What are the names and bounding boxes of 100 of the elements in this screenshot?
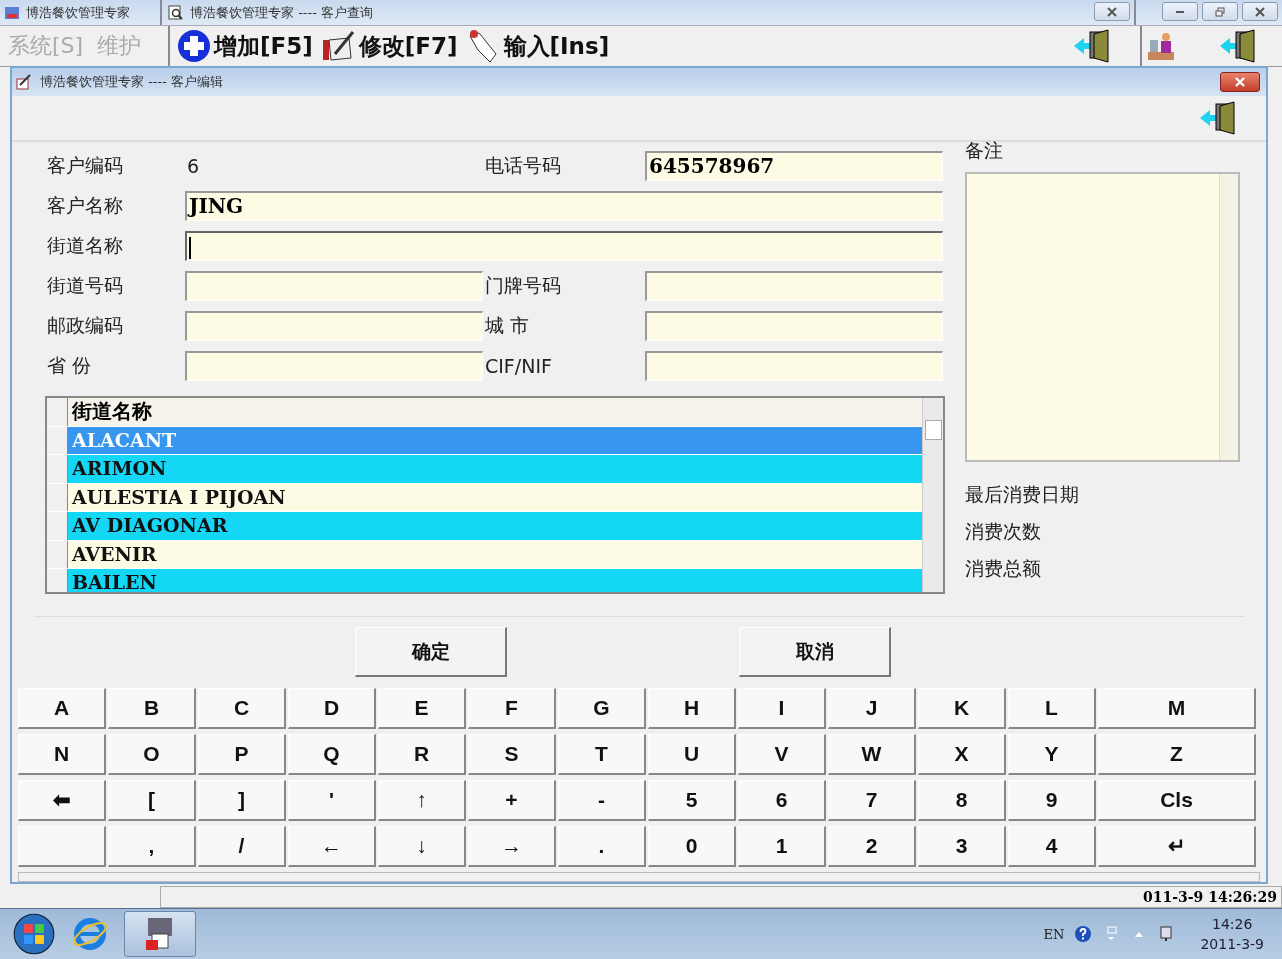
input-field[interactable]: JING [185,191,943,221]
keyboard-key[interactable]: Y [1008,734,1096,775]
keyboard-key[interactable]: ← [288,826,376,867]
cancel-button[interactable]: 取消 [739,627,891,677]
input-field[interactable]: 645578967 [645,151,943,181]
keyboard-key[interactable]: 0 [648,826,736,867]
keyboard-key[interactable]: O [108,734,196,775]
stat-label: 消费次数 [965,519,1042,544]
keyboard-key[interactable]: P [198,734,286,775]
app-taskbar-button[interactable] [124,911,196,957]
keyboard-key[interactable]: N [18,734,106,775]
keyboard-key[interactable]: H [648,688,736,729]
keyboard-key[interactable]: C [198,688,286,729]
keyboard-key[interactable]: 2 [828,826,916,867]
restore-icon [1214,6,1226,17]
keyboard-key[interactable]: 9 [1008,780,1096,821]
keyboard-key[interactable]: ⬅ [18,780,106,821]
close-button[interactable] [1242,2,1278,21]
keyboard-key[interactable]: S [468,734,556,775]
field-label: 省 份 [46,353,93,378]
keyboard-key[interactable]: V [738,734,826,775]
keyboard-key[interactable]: J [828,688,916,729]
keyboard-key[interactable]: L [1008,688,1096,729]
street-row[interactable]: ARIMON [68,455,922,483]
stat-label: 最后消费日期 [965,482,1080,507]
field-label: 邮政编码 [46,313,124,338]
edit-button[interactable]: 修改[F7] [320,28,458,64]
start-button[interactable] [12,912,56,956]
keyboard-key[interactable]: M [1098,688,1256,729]
keyboard-key[interactable]: . [558,826,646,867]
blank-key[interactable] [18,826,106,867]
keyboard-key[interactable]: Cls [1098,780,1256,821]
keyboard-key[interactable]: U [648,734,736,775]
close-icon [1234,77,1246,87]
input-field[interactable] [645,351,943,381]
keyboard-key[interactable]: 6 [738,780,826,821]
street-row[interactable]: BAILEN [68,569,922,592]
keyboard-key[interactable]: ] [198,780,286,821]
dialog-title: 博浩餐饮管理专家 ---- 客户编辑 [40,73,224,91]
keyboard-key[interactable]: + [468,780,556,821]
keyboard-key[interactable]: X [918,734,1006,775]
keyboard-key[interactable]: 8 [918,780,1006,821]
keyboard-key[interactable]: , [108,826,196,867]
keyboard-key[interactable]: T [558,734,646,775]
keyboard-key[interactable]: R [378,734,466,775]
notes-field[interactable] [965,172,1240,462]
app-title: 博浩餐饮管理专家 [26,3,130,22]
field-label: 客户名称 [46,193,124,218]
street-row[interactable]: AV DIAGONAR [68,512,922,540]
input-field[interactable] [645,271,943,301]
pencil-document-icon [16,74,32,90]
exit-door-icon[interactable] [1198,100,1238,136]
keyboard-key[interactable]: - [558,780,646,821]
input-field[interactable] [185,351,483,381]
close-icon [1254,6,1266,17]
minimize-button[interactable] [1162,2,1198,21]
plus-circle-icon [176,28,212,64]
input-field[interactable] [185,311,483,341]
field-label: CIF/NIF [484,355,553,377]
close-button[interactable] [1094,2,1130,21]
language-indicator[interactable]: EN [1043,926,1065,942]
keyboard-key[interactable]: 3 [918,826,1006,867]
keyboard-key[interactable]: 5 [648,780,736,821]
keyboard-key[interactable]: D [288,688,376,729]
keyboard-key[interactable]: 1 [738,826,826,867]
keyboard-key[interactable]: A [18,688,106,729]
keyboard-key[interactable]: 4 [1008,826,1096,867]
person-at-desk-icon[interactable] [1146,30,1176,62]
exit-door-icon[interactable] [1218,28,1258,64]
keyboard-key[interactable]: Z [1098,734,1256,775]
keyboard-key[interactable]: G [558,688,646,729]
help-icon[interactable] [1074,925,1093,943]
keyboard-key[interactable]: → [468,826,556,867]
keyboard-key[interactable]: ↑ [378,780,466,821]
keyboard-key[interactable]: ↓ [378,826,466,867]
keyboard-key[interactable]: K [918,688,1006,729]
scrollbar[interactable] [922,398,943,592]
exit-door-icon[interactable] [1072,28,1112,64]
keyboard-key[interactable]: [ [108,780,196,821]
input-field[interactable] [185,231,943,261]
input-button[interactable]: 输入[Ins] [465,28,610,64]
keyboard-key[interactable]: Q [288,734,376,775]
keyboard-key[interactable]: ' [288,780,376,821]
keyboard-key[interactable]: B [108,688,196,729]
input-field[interactable] [645,311,943,341]
keyboard-key[interactable]: I [738,688,826,729]
stat-label: 消费总额 [965,556,1042,581]
add-button[interactable]: 增加[F5] [176,28,313,64]
keyboard-key[interactable]: 7 [828,780,916,821]
keyboard-key[interactable]: W [828,734,916,775]
input-field[interactable] [185,271,483,301]
clock[interactable]: 14:26 2011-3-9 [1200,916,1264,952]
keyboard-key[interactable]: F [468,688,556,729]
close-button[interactable] [1220,72,1260,92]
confirm-button[interactable]: 确定 [355,627,507,677]
keyboard-key[interactable]: E [378,688,466,729]
keyboard-key[interactable]: ↵ [1098,826,1256,867]
field-label: 客户编码 [46,153,124,178]
magnifier-icon [168,4,184,21]
keyboard-key[interactable]: / [198,826,286,867]
